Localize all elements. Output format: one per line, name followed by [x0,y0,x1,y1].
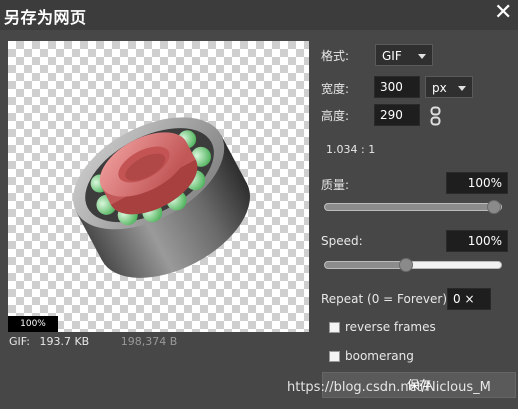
speed-label: Speed: [321,234,363,248]
repeat-field[interactable] [447,288,491,310]
speed-field[interactable] [446,230,508,252]
height-field[interactable] [374,104,420,126]
quality-slider-fill [325,204,501,210]
speed-slider[interactable] [324,258,502,272]
reverse-frames-label: reverse frames [345,320,436,334]
dialog-title: 另存为网页 [4,8,87,27]
quality-label: 质量: [321,178,350,192]
zoom-level-badge: 100% [8,316,58,332]
link-chain-icon[interactable] [430,106,441,126]
watermark-text: https://blog.csdn.net/Niclous_M [287,380,491,395]
format-label: 格式: [321,49,350,63]
boomerang-label: boomerang [345,349,414,363]
chevron-down-icon [418,54,426,59]
speed-slider-thumb[interactable] [398,258,413,272]
file-info: GIF: 193.7 KB 198,374 B [9,335,177,348]
boomerang-checkbox[interactable] [329,351,340,362]
file-bytes: 198,374 B [120,335,178,348]
aspect-ratio: 1.034 : 1 [326,143,376,156]
format-select-value: GIF [382,49,402,63]
unit-select[interactable]: px [425,76,473,98]
bearing-ring-image [73,117,250,278]
quality-slider[interactable] [324,200,502,214]
format-select[interactable]: GIF [375,44,433,66]
quality-slider-thumb[interactable] [487,200,501,214]
repeat-label: Repeat (0 = Forever): [321,292,452,306]
reverse-frames-checkbox[interactable] [329,322,340,333]
quality-field[interactable] [446,172,508,194]
chevron-down-icon [458,86,466,91]
file-size: 193.7 KB [39,335,90,348]
speed-slider-fill [325,262,406,268]
width-label: 宽度: [321,82,350,96]
width-field[interactable] [374,76,420,98]
unit-select-value: px [432,81,447,95]
dialog-titlebar: 另存为网页 ✕ [0,0,518,30]
image-preview: 100% [8,41,309,332]
file-format-label: GIF: [9,335,30,348]
close-icon[interactable]: ✕ [494,2,512,24]
height-label: 高度: [321,109,350,123]
